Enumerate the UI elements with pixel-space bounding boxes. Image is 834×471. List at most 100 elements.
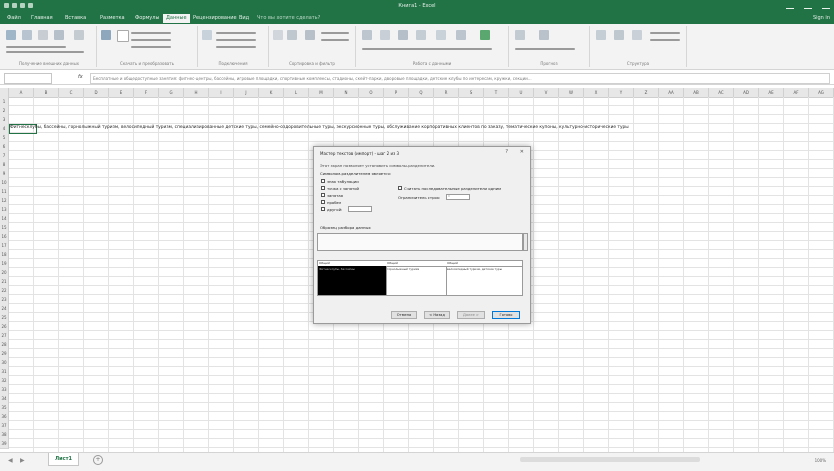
column-header[interactable]: C bbox=[59, 88, 84, 98]
cell-a1-text[interactable]: Фитнесклубы, бассейны, горнолыжный туриз… bbox=[10, 125, 629, 130]
column-header[interactable]: T bbox=[484, 88, 509, 98]
tab-formulas[interactable]: Формулы bbox=[132, 14, 162, 23]
column-header[interactable]: F bbox=[134, 88, 159, 98]
sample-scrollbar[interactable] bbox=[523, 233, 528, 251]
column-header[interactable]: P bbox=[384, 88, 409, 98]
close-window-icon[interactable] bbox=[822, 2, 830, 9]
preview-column[interactable]: Общий горнолыжный туризм bbox=[386, 261, 447, 295]
column-header[interactable]: Z bbox=[634, 88, 659, 98]
group-icon[interactable] bbox=[596, 30, 606, 40]
finish-button[interactable]: Готово bbox=[492, 311, 520, 319]
sort-az-icon[interactable] bbox=[273, 30, 283, 40]
data-validation-icon[interactable] bbox=[416, 30, 426, 40]
new-query-icon[interactable] bbox=[101, 30, 111, 40]
column-header[interactable]: AA bbox=[659, 88, 684, 98]
sheet-next-icon[interactable]: ▶ bbox=[20, 457, 25, 464]
horizontal-scrollbar[interactable] bbox=[520, 457, 700, 462]
column-header[interactable]: AE bbox=[759, 88, 784, 98]
from-web-icon[interactable] bbox=[22, 30, 32, 40]
other-delimiter-input[interactable] bbox=[348, 206, 372, 212]
sheet-tab[interactable]: Лист1 bbox=[48, 453, 79, 466]
column-header[interactable]: L bbox=[284, 88, 309, 98]
column-header[interactable]: R bbox=[434, 88, 459, 98]
column-header[interactable]: K bbox=[259, 88, 284, 98]
tab-data[interactable]: Данные bbox=[163, 14, 190, 23]
row-header[interactable]: 39 bbox=[0, 439, 9, 449]
remove-duplicates-icon[interactable] bbox=[398, 30, 408, 40]
tell-me-search[interactable]: Что вы хотите сделать? bbox=[254, 14, 323, 23]
column-header[interactable]: W bbox=[559, 88, 584, 98]
tab-insert[interactable]: Вставка bbox=[62, 14, 89, 23]
column-header[interactable]: X bbox=[584, 88, 609, 98]
preview-column[interactable]: Общий велосипедный туризм, детские туры bbox=[446, 261, 522, 295]
option-tab-checkbox[interactable] bbox=[321, 179, 325, 183]
ungroup-icon[interactable] bbox=[614, 30, 624, 40]
column-header[interactable]: Y bbox=[609, 88, 634, 98]
relationships-icon[interactable] bbox=[456, 30, 466, 40]
tab-home[interactable]: Главная bbox=[28, 14, 56, 23]
cancel-button[interactable]: Отмена bbox=[391, 311, 417, 319]
from-text-icon[interactable] bbox=[38, 30, 48, 40]
column-header[interactable]: H bbox=[184, 88, 209, 98]
column-header[interactable]: J bbox=[234, 88, 259, 98]
formula-input[interactable]: Бесплатные и общедоступные занятия: фитн… bbox=[90, 73, 830, 84]
column-header[interactable]: AB bbox=[684, 88, 709, 98]
column-header[interactable]: S bbox=[459, 88, 484, 98]
what-if-icon[interactable] bbox=[515, 30, 525, 40]
back-button[interactable]: < Назад bbox=[424, 311, 450, 319]
tab-review[interactable]: Рецензирование bbox=[190, 14, 240, 23]
existing-connections-icon[interactable] bbox=[74, 30, 84, 40]
column-header[interactable]: A bbox=[9, 88, 34, 98]
option-semicolon-checkbox[interactable] bbox=[321, 186, 325, 190]
column-header[interactable]: I bbox=[209, 88, 234, 98]
from-access-icon[interactable] bbox=[6, 30, 16, 40]
option-space-checkbox[interactable] bbox=[321, 200, 325, 204]
manage-data-model-icon[interactable] bbox=[480, 30, 490, 40]
text-to-columns-icon[interactable] bbox=[362, 30, 372, 40]
grid-row-line bbox=[9, 114, 834, 115]
column-header[interactable]: G bbox=[159, 88, 184, 98]
name-box[interactable] bbox=[4, 73, 52, 84]
sign-in-link[interactable]: Sign in bbox=[813, 15, 830, 21]
column-header[interactable]: B bbox=[34, 88, 59, 98]
column-header[interactable]: AC bbox=[709, 88, 734, 98]
flash-fill-icon[interactable] bbox=[380, 30, 390, 40]
data-preview[interactable]: Общий Фитнесклубы, бассейны Общий горнол… bbox=[317, 260, 523, 296]
help-icon[interactable]: ? bbox=[505, 149, 508, 155]
filter-icon[interactable] bbox=[305, 30, 315, 40]
column-header[interactable]: N bbox=[334, 88, 359, 98]
tab-view[interactable]: Вид bbox=[236, 14, 252, 23]
preview-column[interactable]: Общий Фитнесклубы, бассейны bbox=[318, 261, 387, 295]
column-header[interactable]: AD bbox=[734, 88, 759, 98]
subtotal-icon[interactable] bbox=[632, 30, 642, 40]
column-header[interactable]: AG bbox=[809, 88, 834, 98]
option-other-checkbox[interactable] bbox=[321, 207, 325, 211]
next-button[interactable]: Далее > bbox=[457, 311, 485, 319]
close-icon[interactable]: ✕ bbox=[520, 149, 524, 155]
zoom-level[interactable]: 100% bbox=[815, 458, 826, 463]
consolidate-icon[interactable] bbox=[436, 30, 446, 40]
column-header[interactable]: D bbox=[84, 88, 109, 98]
column-header[interactable]: U bbox=[509, 88, 534, 98]
minimize-icon[interactable] bbox=[786, 2, 794, 9]
tab-page-layout[interactable]: Разметка bbox=[97, 14, 128, 23]
show-queries-icon[interactable] bbox=[117, 30, 129, 42]
column-header[interactable]: Q bbox=[409, 88, 434, 98]
column-header[interactable]: V bbox=[534, 88, 559, 98]
sort-icon[interactable] bbox=[287, 30, 297, 40]
option-comma-checkbox[interactable] bbox=[321, 193, 325, 197]
refresh-all-icon[interactable] bbox=[202, 30, 212, 40]
add-sheet-button[interactable]: + bbox=[93, 455, 103, 465]
column-header[interactable]: O bbox=[359, 88, 384, 98]
from-other-sources-icon[interactable] bbox=[54, 30, 64, 40]
column-header[interactable]: M bbox=[309, 88, 334, 98]
maximize-icon[interactable] bbox=[804, 2, 812, 9]
forecast-sheet-icon[interactable] bbox=[539, 30, 549, 40]
treat-consecutive-checkbox[interactable] bbox=[398, 186, 402, 190]
fx-icon[interactable]: fx bbox=[78, 74, 83, 80]
sheet-prev-icon[interactable]: ◀ bbox=[8, 457, 13, 464]
text-qualifier-select[interactable]: " bbox=[446, 194, 470, 200]
column-header[interactable]: E bbox=[109, 88, 134, 98]
column-header[interactable]: AF bbox=[784, 88, 809, 98]
tab-file[interactable]: Файл bbox=[4, 14, 24, 23]
